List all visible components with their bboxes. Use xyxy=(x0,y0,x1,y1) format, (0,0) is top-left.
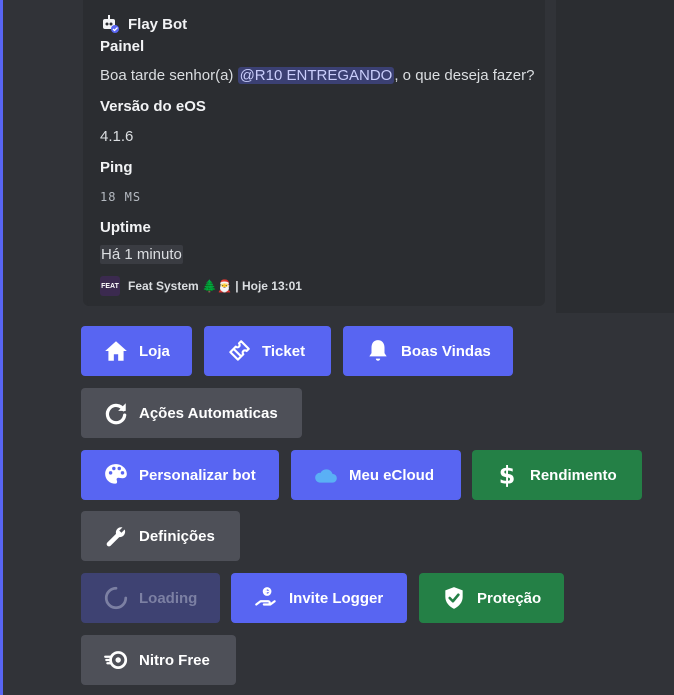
user-mention[interactable]: @R10 ENTREGANDO xyxy=(237,67,395,84)
meu-ecloud-button[interactable]: Meu eCloud xyxy=(291,450,461,500)
invite-logger-button[interactable]: Invite Logger xyxy=(231,573,407,623)
bell-icon xyxy=(369,340,387,361)
embed-author-name[interactable]: Flay Bot xyxy=(128,16,187,33)
boas-vindas-button[interactable]: Boas Vindas xyxy=(343,326,513,376)
shield-check-icon xyxy=(445,587,463,609)
invite-hand-icon xyxy=(255,587,276,606)
field-name-ping: Ping xyxy=(100,159,133,176)
description-prefix: Boa tarde senhor(a) xyxy=(100,67,238,84)
home-icon xyxy=(105,341,127,361)
protecao-button[interactable]: Proteção xyxy=(419,573,564,623)
svg-text:$: $ xyxy=(499,462,516,488)
invite-logger-label: Invite Logger xyxy=(289,589,384,607)
dollar-icon: $ xyxy=(499,462,516,488)
personalizar-bot-button[interactable]: Personalizar bot xyxy=(81,450,279,500)
embed-author: Flay Bot xyxy=(100,14,187,34)
embed-footer: FEAT Feat System 🌲🎅 | Hoje 13:01 xyxy=(100,276,302,296)
loja-label: Loja xyxy=(139,342,170,360)
definicoes-label: Definições xyxy=(139,527,215,545)
nitro-free-button[interactable]: Nitro Free xyxy=(81,635,236,685)
boas-vindas-label: Boas Vindas xyxy=(401,342,491,360)
ticket-icon xyxy=(229,340,250,361)
rendimento-label: Rendimento xyxy=(530,466,617,484)
loading-label: Loading xyxy=(139,589,198,607)
loading-spinner-icon xyxy=(104,586,128,610)
protecao-label: Proteção xyxy=(477,589,542,607)
field-value-version: 4.1.6 xyxy=(100,128,134,145)
bot-avatar-icon xyxy=(103,15,119,33)
refresh-icon xyxy=(105,403,127,425)
rendimento-button[interactable]: $ Rendimento xyxy=(472,450,642,500)
acoes-automaticas-button[interactable]: Ações Automaticas xyxy=(81,388,302,438)
description-suffix: , o que deseja fazer? xyxy=(394,67,535,84)
ticket-button[interactable]: Ticket xyxy=(204,326,331,376)
acoes-automaticas-label: Ações Automaticas xyxy=(139,404,278,422)
field-value-uptime: Há 1 minuto xyxy=(100,245,183,264)
side-panel xyxy=(556,0,674,313)
palette-icon xyxy=(105,464,127,484)
loading-button[interactable]: Loading xyxy=(81,573,220,623)
definicoes-button[interactable]: Definições xyxy=(81,511,240,561)
ticket-label: Ticket xyxy=(262,342,306,360)
personalizar-bot-label: Personalizar bot xyxy=(139,466,256,484)
wrench-icon xyxy=(106,527,126,547)
bot-embed: Flay Bot Painel Boa tarde senhor(a) @R10… xyxy=(83,0,545,306)
footer-logo-icon: FEAT xyxy=(100,276,120,296)
embed-description: Boa tarde senhor(a) @R10 ENTREGANDO, o q… xyxy=(100,67,534,84)
footer-text: Feat System 🌲🎅 | Hoje 13:01 xyxy=(128,279,302,293)
loja-button[interactable]: Loja xyxy=(81,326,192,376)
field-value-ping: 18 MS xyxy=(100,190,142,204)
nitro-icon xyxy=(104,651,128,669)
nitro-free-label: Nitro Free xyxy=(139,651,210,669)
meu-ecloud-label: Meu eCloud xyxy=(349,466,434,484)
field-name-uptime: Uptime xyxy=(100,219,151,236)
field-name-version: Versão do eOS xyxy=(100,98,206,115)
left-accent-bar xyxy=(0,0,3,695)
cloud-icon xyxy=(315,469,337,483)
embed-title: Painel xyxy=(100,38,145,55)
